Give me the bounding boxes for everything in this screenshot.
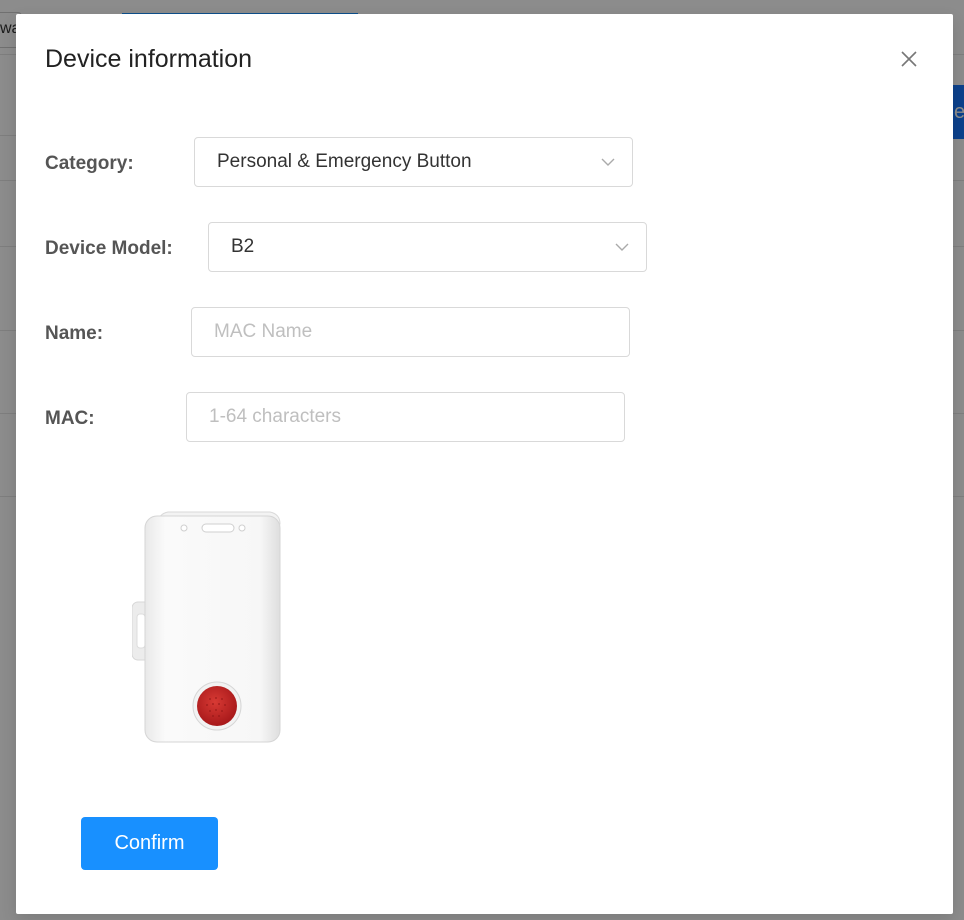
device-model-select-value: B2 [231, 236, 255, 257]
name-label: Name: [45, 323, 104, 344]
mac-label: MAC: [45, 408, 95, 429]
device-information-modal: Device information Category: Personal & … [16, 14, 953, 914]
device-image [132, 511, 281, 743]
close-button[interactable] [896, 46, 922, 72]
chevron-down-icon [615, 243, 629, 251]
device-model-label: Device Model: [45, 238, 173, 259]
name-input[interactable] [214, 308, 629, 356]
confirm-button[interactable]: Confirm [81, 817, 218, 870]
category-select[interactable]: Personal & Emergency Button [194, 137, 633, 187]
mac-field-wrapper [186, 392, 625, 442]
name-field-wrapper [191, 307, 630, 357]
device-model-select[interactable]: B2 [208, 222, 647, 272]
mac-input[interactable] [209, 393, 624, 441]
modal-title: Device information [45, 45, 253, 73]
close-icon [901, 51, 917, 67]
chevron-down-icon [601, 158, 615, 166]
category-select-value: Personal & Emergency Button [217, 151, 472, 172]
category-label: Category: [45, 153, 134, 174]
